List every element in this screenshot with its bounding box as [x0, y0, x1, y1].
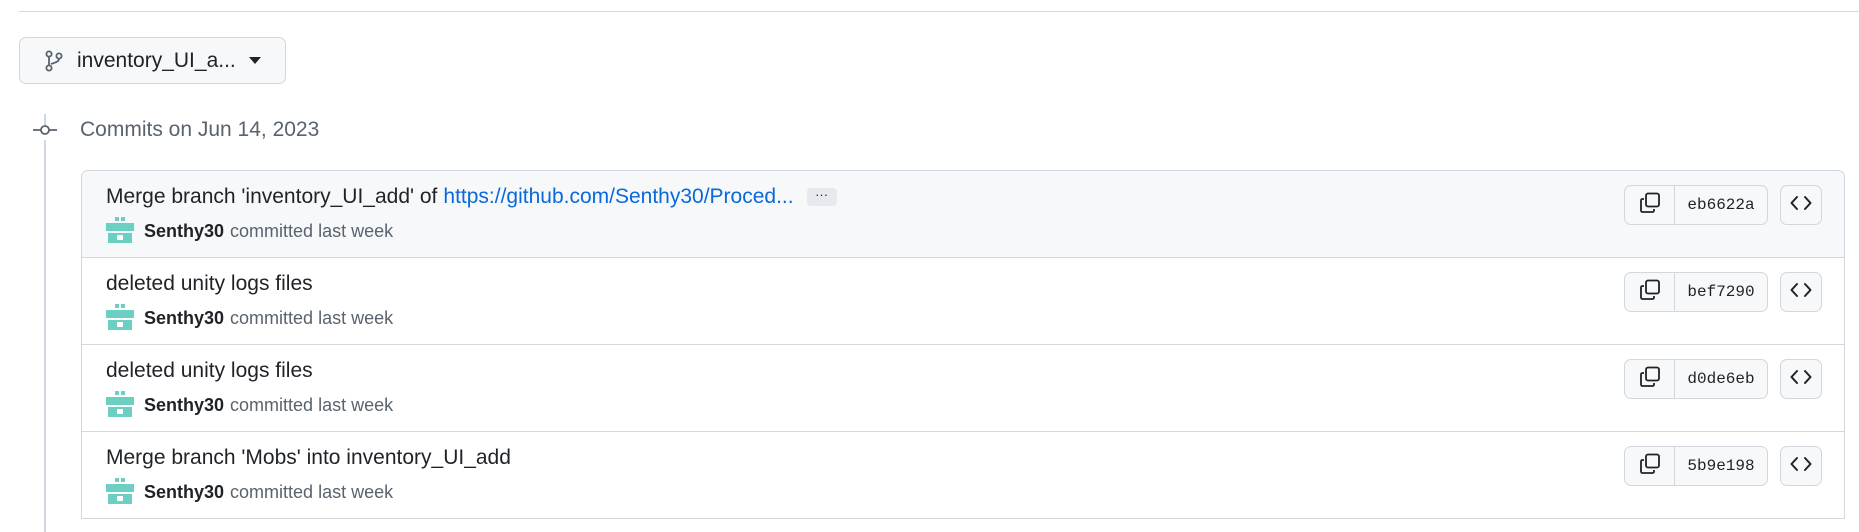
copy-icon: [1639, 279, 1661, 306]
copy-icon: [1639, 453, 1661, 480]
browse-repo-button[interactable]: [1780, 185, 1822, 225]
commit-meta: Senthy30 committed last week: [106, 304, 393, 332]
copy-sha-button[interactable]: [1625, 360, 1675, 398]
commit-sha-link[interactable]: 5b9e198: [1675, 447, 1767, 485]
commit-sha-link[interactable]: eb6622a: [1675, 186, 1767, 224]
sha-button-group: bef7290: [1624, 272, 1768, 312]
commit-author[interactable]: Senthy30: [144, 308, 224, 329]
sha-button-group: eb6622a: [1624, 185, 1768, 225]
avatar[interactable]: [106, 217, 134, 245]
commit-row: deleted unity logs files Senthy30 commit…: [82, 345, 1844, 432]
commit-actions: bef7290: [1624, 272, 1822, 312]
timeline-line: [44, 140, 46, 532]
avatar[interactable]: [106, 391, 134, 419]
sha-button-group: 5b9e198: [1624, 446, 1768, 486]
commit-message[interactable]: Merge branch 'Mobs' into inventory_UI_ad…: [106, 446, 511, 470]
commit-actions: d0de6eb: [1624, 359, 1822, 399]
commit-row: Merge branch 'Mobs' into inventory_UI_ad…: [82, 432, 1844, 519]
code-icon: [1790, 282, 1812, 303]
copy-icon: [1639, 192, 1661, 219]
code-icon: [1790, 195, 1812, 216]
commit-author[interactable]: Senthy30: [144, 221, 224, 242]
commit-list: Merge branch 'inventory_UI_add' of https…: [81, 170, 1845, 519]
commit-date-heading: Commits on Jun 14, 2023: [80, 118, 320, 141]
browse-repo-button[interactable]: [1780, 272, 1822, 312]
commit-title: deleted unity logs files: [106, 272, 313, 296]
commit-time: committed last week: [230, 307, 394, 328]
avatar[interactable]: [106, 478, 134, 506]
commit-message[interactable]: deleted unity logs files: [106, 272, 313, 296]
commit-author[interactable]: Senthy30: [144, 482, 224, 503]
commit-sha-link[interactable]: d0de6eb: [1675, 360, 1767, 398]
commit-row: deleted unity logs files Senthy30 commit…: [82, 258, 1844, 345]
copy-icon: [1639, 366, 1661, 393]
commit-meta: Senthy30 committed last week: [106, 478, 393, 506]
commit-actions: 5b9e198: [1624, 446, 1822, 486]
git-commit-icon: [33, 123, 57, 137]
commit-title: Merge branch 'Mobs' into inventory_UI_ad…: [106, 446, 511, 470]
commit-message[interactable]: deleted unity logs files: [106, 359, 313, 383]
commit-title: deleted unity logs files: [106, 359, 313, 383]
commit-message[interactable]: Merge branch 'inventory_UI_add' of: [106, 185, 437, 209]
copy-sha-button[interactable]: [1625, 186, 1675, 224]
commits-page: inventory_UI_a... Commits on Jun 14, 202…: [0, 0, 1859, 532]
commit-time: committed last week: [230, 481, 394, 502]
branch-selector-button[interactable]: inventory_UI_a...: [19, 37, 286, 84]
commit-message-link[interactable]: https://github.com/Senthy30/Proced...: [443, 185, 793, 209]
avatar[interactable]: [106, 304, 134, 332]
commit-meta: Senthy30 committed last week: [106, 391, 393, 419]
commit-actions: eb6622a: [1624, 185, 1822, 225]
copy-sha-button[interactable]: [1625, 447, 1675, 485]
commit-time: committed last week: [230, 394, 394, 415]
git-branch-icon: [45, 50, 63, 72]
code-icon: [1790, 369, 1812, 390]
commit-meta: Senthy30 committed last week: [106, 217, 393, 245]
copy-sha-button[interactable]: [1625, 273, 1675, 311]
browse-repo-button[interactable]: [1780, 446, 1822, 486]
branch-name: inventory_UI_a...: [77, 48, 236, 72]
sha-button-group: d0de6eb: [1624, 359, 1768, 399]
commit-sha-link[interactable]: bef7290: [1675, 273, 1767, 311]
code-icon: [1790, 456, 1812, 477]
commit-title: Merge branch 'inventory_UI_add' of https…: [106, 185, 837, 209]
expand-message-button[interactable]: ···: [806, 188, 837, 206]
commit-row: Merge branch 'inventory_UI_add' of https…: [82, 171, 1844, 258]
top-divider: [19, 11, 1859, 12]
browse-repo-button[interactable]: [1780, 359, 1822, 399]
caret-down-icon: [248, 57, 261, 64]
commit-author[interactable]: Senthy30: [144, 395, 224, 416]
commit-time: committed last week: [230, 220, 394, 241]
